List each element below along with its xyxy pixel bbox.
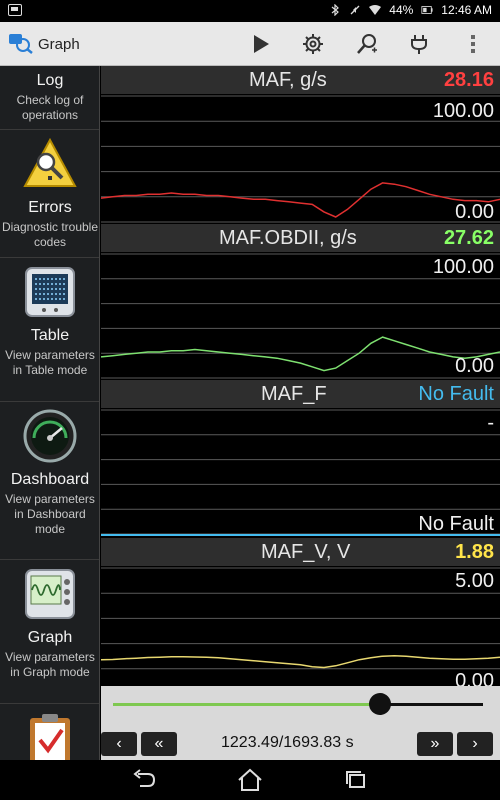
sidebar-item-graph[interactable]: Graph View parameters in Graph mode — [0, 560, 99, 704]
scale-min: 0.00 — [455, 355, 494, 377]
clock: 12:46 AM — [441, 3, 492, 17]
scale-max: 100.00 — [432, 100, 494, 122]
parameter-value: 28.16 — [443, 69, 494, 91]
status-bar: 44% 12:46 AM — [0, 0, 500, 22]
parameter-name: MAF_V, V — [261, 541, 351, 563]
playback-controls: ‹ « 1223.49/1693.83 s » › — [101, 686, 500, 760]
plot-area: 100.00 0.00 — [101, 94, 500, 224]
wifi-icon — [369, 5, 382, 15]
bluetooth-icon — [331, 4, 340, 16]
notification-icon — [8, 4, 22, 16]
sidebar-item-desc: View parameters in Graph mode — [5, 650, 95, 679]
search-icon — [357, 34, 377, 54]
sidebar-item-table[interactable]: Table View parameters in Table mode — [0, 258, 99, 402]
parameter-value: 27.62 — [443, 227, 494, 249]
sidebar-item-errors[interactable]: Errors Diagnostic trouble codes — [0, 130, 99, 258]
graph-panel-maf-obdii[interactable]: MAF.OBDII, g/s 27.62 100.00 0.00 — [101, 224, 500, 380]
sidebar-item-title: Dashboard — [10, 471, 90, 488]
scale-max: 100.00 — [432, 256, 494, 278]
gauge-icon — [23, 409, 77, 463]
sidebar-item-title: Errors — [28, 199, 72, 216]
play-icon — [254, 35, 269, 53]
graph-panel-maf[interactable]: MAF, g/s 28.16 100.00 0.00 — [101, 66, 500, 224]
app-root: 44% 12:46 AM Graph Log Check log of oper… — [0, 0, 500, 800]
parameter-name: MAF, g/s — [249, 69, 327, 91]
time-position: 1223.49/1693.83 s — [221, 734, 354, 751]
scale-max: - — [487, 412, 494, 434]
plot-area: 5.00 0.00 — [101, 566, 500, 686]
sidebar-item-log[interactable]: Log Check log of operations — [0, 66, 99, 130]
graph-svg — [101, 567, 500, 670]
series-line — [101, 654, 500, 669]
app-title: Graph — [38, 36, 80, 53]
slider-progress — [113, 703, 381, 706]
scale-min: 0.00 — [455, 201, 494, 223]
parameter-name: MAF_F — [261, 383, 327, 405]
sidebar-item-desc: View parameters in Dashboard mode — [5, 492, 95, 536]
plug-icon — [411, 35, 427, 54]
sidebar-item-desc: Diagnostic trouble codes — [1, 220, 99, 249]
warning-magnifier-icon — [23, 137, 77, 187]
graph-panel-maf-v[interactable]: MAF_V, V 1.88 5.00 0.00 — [101, 538, 500, 686]
back-icon[interactable] — [130, 768, 158, 792]
battery-percent: 44% — [389, 3, 414, 17]
play-button[interactable] — [243, 28, 277, 60]
recent-apps-icon[interactable] — [342, 768, 370, 792]
time-slider[interactable] — [113, 693, 483, 715]
sidebar-item-dashboard[interactable]: Dashboard View parameters in Dashboard m… — [0, 402, 99, 560]
panel-header: MAF, g/s 28.16 — [101, 66, 500, 94]
settings-icon — [303, 34, 323, 54]
system-nav-bar — [0, 760, 500, 800]
status-icons: 44% 12:46 AM — [329, 3, 492, 17]
scale-min: No Fault — [418, 513, 494, 535]
connect-button[interactable] — [402, 28, 436, 60]
sidebar-item-title: Log — [36, 72, 64, 89]
oscilloscope-icon — [25, 569, 75, 619]
overflow-menu-button[interactable] — [456, 28, 490, 60]
plot-area: 100.00 0.00 — [101, 252, 500, 380]
sidebar-item-report[interactable] — [0, 704, 99, 760]
scale-min: 0.00 — [455, 670, 494, 686]
battery-icon — [421, 6, 433, 14]
slider-thumb[interactable] — [369, 693, 392, 715]
sidebar-item-title: Table — [30, 327, 70, 344]
search-button[interactable] — [350, 28, 384, 60]
action-bar: Graph — [0, 22, 500, 66]
parameter-name: MAF.OBDII, g/s — [219, 227, 357, 249]
panel-header: MAF.OBDII, g/s 27.62 — [101, 224, 500, 252]
settings-button[interactable] — [296, 28, 330, 60]
clipboard-check-icon — [30, 714, 70, 760]
app-logo-icon[interactable] — [8, 32, 34, 54]
sidebar-item-title: Graph — [27, 629, 73, 646]
parameter-value: No Fault — [418, 383, 494, 405]
table-device-icon — [25, 267, 75, 317]
parameter-value: 1.88 — [455, 541, 494, 563]
fast-forward-button[interactable]: » — [417, 732, 453, 756]
mute-icon — [350, 5, 360, 15]
step-back-button[interactable]: ‹ — [101, 732, 137, 756]
series-line — [101, 336, 500, 372]
rewind-button[interactable]: « — [141, 732, 177, 756]
step-forward-button[interactable]: › — [457, 732, 493, 756]
graph-area: MAF, g/s 28.16 100.00 0.00 MAF.OBDII, g/… — [101, 66, 500, 686]
sidebar: Log Check log of operations Errors Diagn… — [0, 66, 100, 760]
plot-area: - No Fault — [101, 408, 500, 536]
sidebar-item-desc: View parameters in Table mode — [5, 348, 95, 377]
overflow-menu-icon — [471, 35, 475, 53]
series-line — [101, 182, 500, 218]
graph-panel-maf-f[interactable]: MAF_F No Fault - No Fault — [101, 380, 500, 536]
panel-header: MAF_V, V 1.88 — [101, 538, 500, 566]
home-icon[interactable] — [236, 768, 264, 792]
sidebar-item-desc: Check log of operations — [16, 93, 84, 122]
scale-max: 5.00 — [455, 570, 494, 592]
panel-header: MAF_F No Fault — [101, 380, 500, 408]
